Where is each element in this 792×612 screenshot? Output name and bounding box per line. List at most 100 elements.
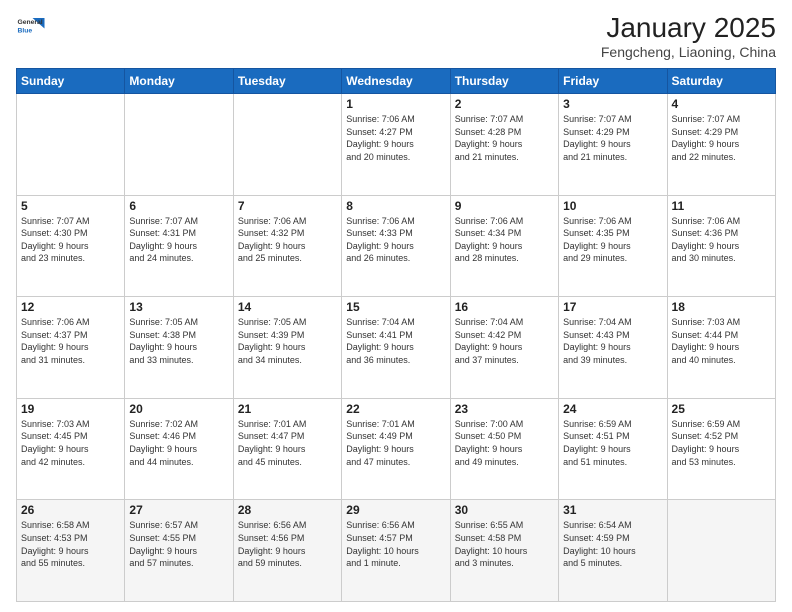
calendar-cell: 8Sunrise: 7:06 AMSunset: 4:33 PMDaylight… xyxy=(342,195,450,297)
weekday-header-wednesday: Wednesday xyxy=(342,69,450,94)
day-number: 19 xyxy=(21,402,120,416)
day-info: Sunrise: 7:07 AMSunset: 4:29 PMDaylight:… xyxy=(563,113,662,163)
day-info: Sunrise: 6:57 AMSunset: 4:55 PMDaylight:… xyxy=(129,519,228,569)
day-info: Sunrise: 7:00 AMSunset: 4:50 PMDaylight:… xyxy=(455,418,554,468)
calendar-cell: 24Sunrise: 6:59 AMSunset: 4:51 PMDayligh… xyxy=(559,398,667,500)
day-number: 12 xyxy=(21,300,120,314)
week-row-1: 1Sunrise: 7:06 AMSunset: 4:27 PMDaylight… xyxy=(17,94,776,196)
day-info: Sunrise: 7:04 AMSunset: 4:43 PMDaylight:… xyxy=(563,316,662,366)
day-info: Sunrise: 7:03 AMSunset: 4:45 PMDaylight:… xyxy=(21,418,120,468)
calendar-cell: 14 Sunrise: 7:05 AMSunset: 4:39 PMDayligh… xyxy=(233,297,341,399)
calendar-cell: 18 Sunrise: 7:03 AMSunset: 4:44 PMDayligh… xyxy=(667,297,775,399)
calendar-cell: 19 Sunrise: 7:03 AMSunset: 4:45 PMDayligh… xyxy=(17,398,125,500)
calendar-cell: 13 Sunrise: 7:05 AMSunset: 4:38 PMDayligh… xyxy=(125,297,233,399)
day-info: Sunrise: 7:01 AMSunset: 4:49 PMDaylight:… xyxy=(346,418,445,468)
day-info: Sunrise: 6:59 AMSunset: 4:51 PMDaylight:… xyxy=(563,418,662,468)
day-number: 26 xyxy=(21,503,120,517)
calendar-cell: 27 Sunrise: 6:57 AMSunset: 4:55 PMDayligh… xyxy=(125,500,233,602)
day-number: 17 xyxy=(563,300,662,314)
day-info: Sunrise: 7:06 AMSunset: 4:37 PMDaylight:… xyxy=(21,316,120,366)
svg-text:General: General xyxy=(18,19,43,26)
calendar-cell: 4 Sunrise: 7:07 AMSunset: 4:29 PMDaylight… xyxy=(667,94,775,196)
day-info: Sunrise: 7:06 AMSunset: 4:32 PMDaylight:… xyxy=(238,215,337,265)
location-title: Fengcheng, Liaoning, China xyxy=(601,44,776,60)
calendar-cell: 15 Sunrise: 7:04 AMSunset: 4:41 PMDayligh… xyxy=(342,297,450,399)
day-number: 5 xyxy=(21,199,120,213)
day-number: 2 xyxy=(455,97,554,111)
calendar-cell: 11 Sunrise: 7:06 AMSunset: 4:36 PMDayligh… xyxy=(667,195,775,297)
day-info: Sunrise: 7:06 AMSunset: 4:36 PMDaylight:… xyxy=(672,215,771,265)
week-row-5: 26 Sunrise: 6:58 AMSunset: 4:53 PMDayligh… xyxy=(17,500,776,602)
calendar-cell: 5 Sunrise: 7:07 AMSunset: 4:30 PMDaylight… xyxy=(17,195,125,297)
day-info: Sunrise: 7:04 AMSunset: 4:41 PMDaylight:… xyxy=(346,316,445,366)
day-number: 10 xyxy=(563,199,662,213)
calendar-cell: 31 Sunrise: 6:54 AMSunset: 4:59 PMDayligh… xyxy=(559,500,667,602)
calendar-cell: 25Sunrise: 6:59 AMSunset: 4:52 PMDayligh… xyxy=(667,398,775,500)
weekday-header-thursday: Thursday xyxy=(450,69,558,94)
day-number: 9 xyxy=(455,199,554,213)
calendar-cell xyxy=(125,94,233,196)
calendar-cell: 7 Sunrise: 7:06 AMSunset: 4:32 PMDaylight… xyxy=(233,195,341,297)
calendar-cell: 3 Sunrise: 7:07 AMSunset: 4:29 PMDaylight… xyxy=(559,94,667,196)
calendar-cell xyxy=(667,500,775,602)
weekday-header-saturday: Saturday xyxy=(667,69,775,94)
day-number: 23 xyxy=(455,402,554,416)
calendar-cell xyxy=(17,94,125,196)
day-number: 21 xyxy=(238,402,337,416)
day-info: Sunrise: 7:07 AMSunset: 4:29 PMDaylight:… xyxy=(672,113,771,163)
header: General Blue January 2025 Fengcheng, Lia… xyxy=(16,12,776,60)
day-number: 13 xyxy=(129,300,228,314)
day-number: 3 xyxy=(563,97,662,111)
title-block: January 2025 Fengcheng, Liaoning, China xyxy=(601,12,776,60)
page: General Blue January 2025 Fengcheng, Lia… xyxy=(0,0,792,612)
day-number: 8 xyxy=(346,199,445,213)
day-info: Sunrise: 6:58 AMSunset: 4:53 PMDaylight:… xyxy=(21,519,120,569)
day-number: 15 xyxy=(346,300,445,314)
weekday-header-sunday: Sunday xyxy=(17,69,125,94)
day-number: 31 xyxy=(563,503,662,517)
day-info: Sunrise: 6:56 AMSunset: 4:57 PMDaylight:… xyxy=(346,519,445,569)
day-number: 6 xyxy=(129,199,228,213)
day-number: 7 xyxy=(238,199,337,213)
day-info: Sunrise: 7:06 AMSunset: 4:27 PMDaylight:… xyxy=(346,113,445,163)
calendar-cell: 22Sunrise: 7:01 AMSunset: 4:49 PMDayligh… xyxy=(342,398,450,500)
day-info: Sunrise: 7:05 AMSunset: 4:39 PMDaylight:… xyxy=(238,316,337,366)
day-number: 20 xyxy=(129,402,228,416)
calendar-cell: 28Sunrise: 6:56 AMSunset: 4:56 PMDayligh… xyxy=(233,500,341,602)
day-number: 16 xyxy=(455,300,554,314)
calendar-cell: 10 Sunrise: 7:06 AMSunset: 4:35 PMDayligh… xyxy=(559,195,667,297)
logo-icon: General Blue xyxy=(16,12,46,42)
day-info: Sunrise: 7:06 AMSunset: 4:34 PMDaylight:… xyxy=(455,215,554,265)
calendar-cell xyxy=(233,94,341,196)
day-info: Sunrise: 6:54 AMSunset: 4:59 PMDaylight:… xyxy=(563,519,662,569)
day-number: 28 xyxy=(238,503,337,517)
calendar-cell: 17 Sunrise: 7:04 AMSunset: 4:43 PMDayligh… xyxy=(559,297,667,399)
day-info: Sunrise: 7:01 AMSunset: 4:47 PMDaylight:… xyxy=(238,418,337,468)
day-info: Sunrise: 6:59 AMSunset: 4:52 PMDaylight:… xyxy=(672,418,771,468)
day-info: Sunrise: 7:07 AMSunset: 4:30 PMDaylight:… xyxy=(21,215,120,265)
calendar-cell: 23 Sunrise: 7:00 AMSunset: 4:50 PMDayligh… xyxy=(450,398,558,500)
calendar-cell: 1Sunrise: 7:06 AMSunset: 4:27 PMDaylight… xyxy=(342,94,450,196)
week-row-4: 19 Sunrise: 7:03 AMSunset: 4:45 PMDayligh… xyxy=(17,398,776,500)
day-number: 11 xyxy=(672,199,771,213)
day-info: Sunrise: 7:03 AMSunset: 4:44 PMDaylight:… xyxy=(672,316,771,366)
calendar-cell: 26 Sunrise: 6:58 AMSunset: 4:53 PMDayligh… xyxy=(17,500,125,602)
day-info: Sunrise: 7:06 AMSunset: 4:35 PMDaylight:… xyxy=(563,215,662,265)
calendar-cell: 21 Sunrise: 7:01 AMSunset: 4:47 PMDayligh… xyxy=(233,398,341,500)
day-number: 30 xyxy=(455,503,554,517)
logo: General Blue xyxy=(16,12,46,42)
day-number: 27 xyxy=(129,503,228,517)
calendar-cell: 16Sunrise: 7:04 AMSunset: 4:42 PMDayligh… xyxy=(450,297,558,399)
day-number: 14 xyxy=(238,300,337,314)
calendar-cell: 2Sunrise: 7:07 AMSunset: 4:28 PMDaylight… xyxy=(450,94,558,196)
day-info: Sunrise: 7:02 AMSunset: 4:46 PMDaylight:… xyxy=(129,418,228,468)
weekday-header-monday: Monday xyxy=(125,69,233,94)
calendar-cell: 29Sunrise: 6:56 AMSunset: 4:57 PMDayligh… xyxy=(342,500,450,602)
calendar-cell: 9 Sunrise: 7:06 AMSunset: 4:34 PMDaylight… xyxy=(450,195,558,297)
day-info: Sunrise: 7:05 AMSunset: 4:38 PMDaylight:… xyxy=(129,316,228,366)
calendar-cell: 20 Sunrise: 7:02 AMSunset: 4:46 PMDayligh… xyxy=(125,398,233,500)
day-number: 4 xyxy=(672,97,771,111)
day-number: 18 xyxy=(672,300,771,314)
svg-text:Blue: Blue xyxy=(18,27,33,34)
weekday-header-tuesday: Tuesday xyxy=(233,69,341,94)
